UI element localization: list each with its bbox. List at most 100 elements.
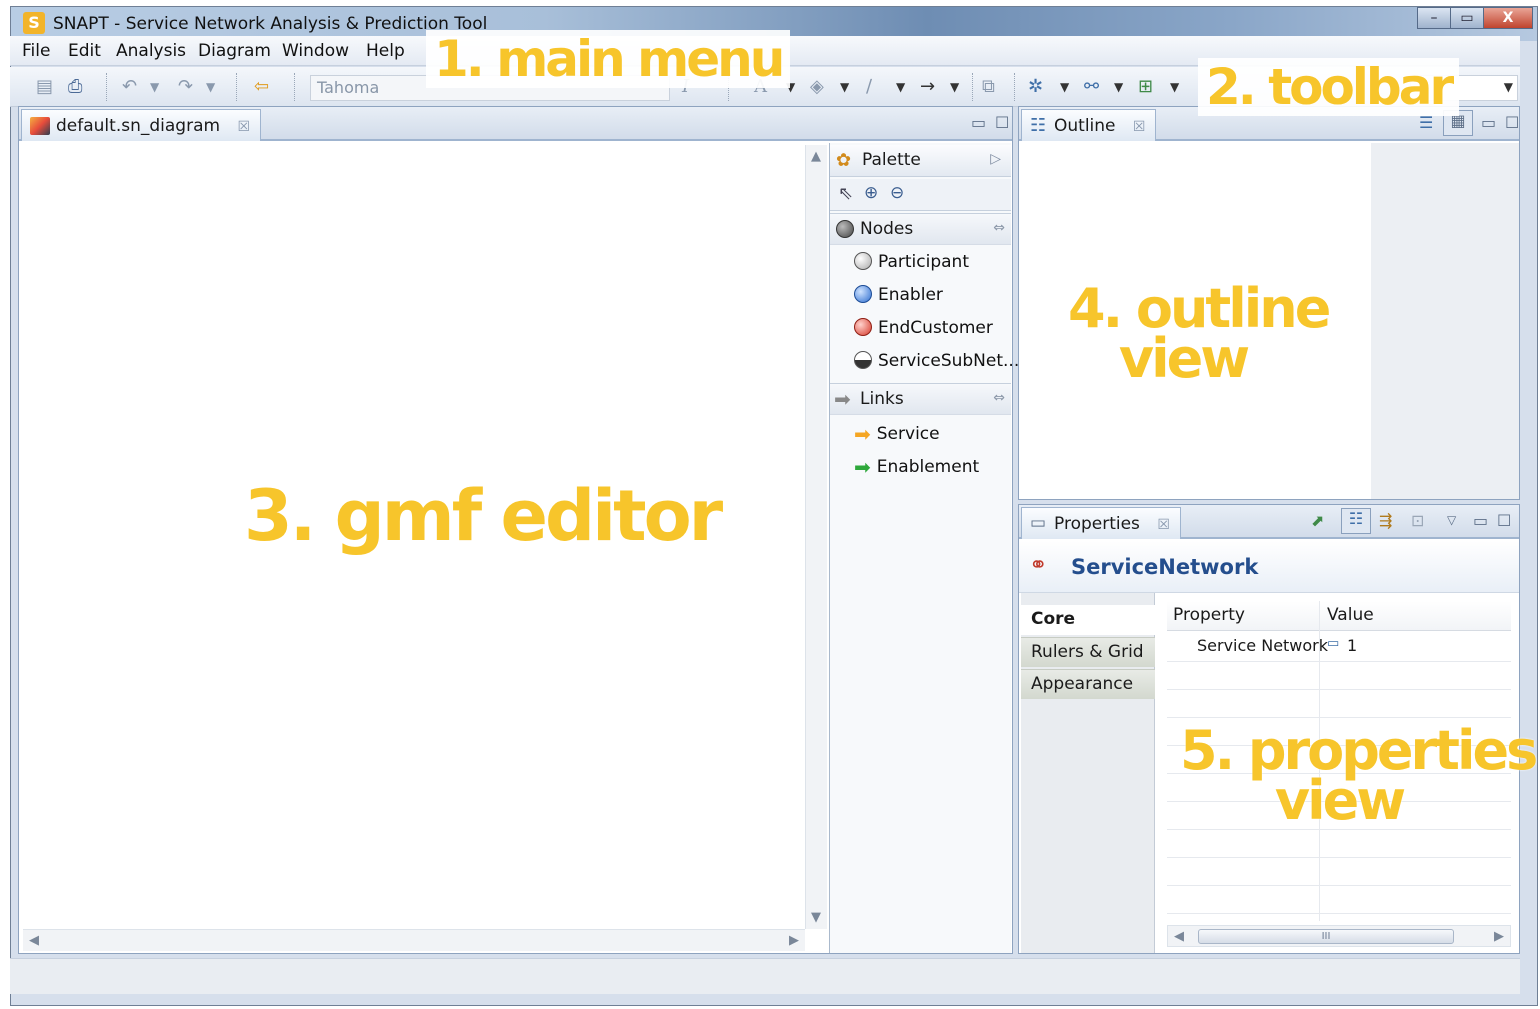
tab-properties[interactable]: ▭ Properties ☒ <box>1021 507 1181 539</box>
servicesubnet-icon <box>854 351 872 369</box>
toolbar-separator <box>1014 73 1015 101</box>
tab-appearance[interactable]: Appearance <box>1021 669 1155 699</box>
palette-item-enabler[interactable]: Enabler <box>854 285 943 305</box>
navigate-back-icon[interactable]: ⇦ <box>254 76 269 97</box>
zoom-in-icon[interactable]: ⊕ <box>864 183 878 203</box>
palette-header[interactable]: ✿ Palette ▷ <box>830 145 1011 177</box>
properties-horizontal-scrollbar[interactable]: ◀ III ▶ <box>1167 925 1511 947</box>
scroll-left-icon[interactable]: ◀ <box>29 933 39 948</box>
chevron-down-icon[interactable]: ▼ <box>840 80 849 94</box>
row-divider <box>1167 661 1511 662</box>
palette: ✿ Palette ▷ ⇖ ⊕ ⊖ Nodes ⇔ Participant En… <box>829 143 1019 953</box>
palette-item-participant[interactable]: Participant <box>854 252 969 272</box>
menu-analysis[interactable]: Analysis <box>116 41 186 61</box>
arrange-icon[interactable]: ⚯ <box>1084 76 1099 97</box>
close-button[interactable]: X <box>1483 7 1533 29</box>
scroll-right-icon[interactable]: ▶ <box>789 933 799 948</box>
toolbar-separator <box>294 73 295 101</box>
drawer-links[interactable]: ➡ Links ⇔ <box>830 383 1011 415</box>
annotation-toolbar: 2. toolbar <box>1198 58 1460 116</box>
chevron-down-icon[interactable]: ▼ <box>206 80 215 94</box>
view-menu-icon[interactable]: ▽ <box>1447 513 1456 527</box>
align-icon[interactable]: ⊞ <box>1138 76 1153 97</box>
property-name: Service Network <box>1197 636 1329 655</box>
maximize-icon[interactable]: ☐ <box>995 113 1009 132</box>
select-tool-icon[interactable]: ⇖ <box>838 183 853 204</box>
undo-icon[interactable]: ↶ <box>122 76 137 97</box>
copy-appearance-icon[interactable]: ⧉ <box>982 76 995 97</box>
tab-rulers-grid[interactable]: Rulers & Grid <box>1021 637 1155 667</box>
palette-item-servicesubnet[interactable]: ServiceSubNet... <box>854 351 1019 371</box>
palette-item-service[interactable]: ➡ Service <box>854 422 940 446</box>
collapse-palette-icon[interactable]: ▷ <box>990 151 1001 167</box>
redo-icon[interactable]: ↷ <box>178 76 193 97</box>
scroll-right-icon[interactable]: ▶ <box>1494 929 1504 944</box>
minimize-icon[interactable]: ▭ <box>1481 113 1496 132</box>
scroll-thumb[interactable]: III <box>1198 929 1454 944</box>
chevron-down-icon[interactable]: ▼ <box>896 80 905 94</box>
column-value[interactable]: Value <box>1327 605 1374 625</box>
tab-default-sn-diagram[interactable]: default.sn_diagram ☒ <box>21 109 262 141</box>
minimize-icon[interactable]: ▭ <box>1473 511 1488 530</box>
menu-edit[interactable]: Edit <box>68 41 101 61</box>
toolbar-separator <box>972 73 973 101</box>
drawer-nodes[interactable]: Nodes ⇔ <box>830 213 1011 245</box>
scroll-up-icon[interactable]: ▲ <box>811 149 821 164</box>
line-color-icon[interactable]: ∕ <box>866 76 872 97</box>
pin-icon[interactable]: ⇔ <box>993 220 1005 236</box>
maximize-icon[interactable]: ☐ <box>1505 113 1519 132</box>
scroll-left-icon[interactable]: ◀ <box>1174 929 1184 944</box>
restore-default-icon[interactable]: ⊡ <box>1411 511 1424 530</box>
zoom-out-icon[interactable]: ⊖ <box>890 183 904 203</box>
close-icon[interactable]: ☒ <box>1133 119 1146 135</box>
menu-help[interactable]: Help <box>366 41 405 61</box>
value-icon: ▭ <box>1327 636 1340 651</box>
show-categories-icon[interactable]: ☷ <box>1341 508 1371 534</box>
column-property[interactable]: Property <box>1173 605 1245 625</box>
tab-outline[interactable]: ☷ Outline ☒ <box>1021 109 1157 141</box>
toolbar-separator <box>106 73 107 101</box>
properties-icon: ▭ <box>1030 513 1047 533</box>
palette-item-enablement[interactable]: ➡ Enablement <box>854 455 979 479</box>
window-controls: – ▭ X <box>1417 7 1533 29</box>
palette-item-endcustomer[interactable]: EndCustomer <box>854 318 993 338</box>
maximize-icon[interactable]: ☐ <box>1497 511 1511 530</box>
menu-diagram[interactable]: Diagram <box>198 41 271 61</box>
line-style-icon[interactable]: → <box>920 76 935 97</box>
print-icon[interactable]: ⎙ <box>68 76 82 97</box>
chevron-down-icon[interactable]: ▼ <box>950 80 959 94</box>
chevron-down-icon[interactable]: ▼ <box>1114 80 1123 94</box>
show-advanced-icon[interactable]: ⇶ <box>1379 511 1392 530</box>
chevron-down-icon[interactable]: ▼ <box>1504 80 1513 94</box>
enabler-icon <box>854 285 872 303</box>
maximize-button[interactable]: ▭ <box>1450 7 1484 29</box>
select-all-icon[interactable]: ✲ <box>1028 76 1043 97</box>
menu-file[interactable]: File <box>22 41 50 61</box>
chevron-down-icon[interactable]: ▼ <box>1170 80 1179 94</box>
row-divider <box>1167 857 1511 858</box>
property-value[interactable]: 1 <box>1347 636 1357 655</box>
palette-tools: ⇖ ⊕ ⊖ <box>830 179 1011 211</box>
fill-color-icon[interactable]: ◈ <box>810 76 824 97</box>
horizontal-scrollbar[interactable]: ◀ ▶ <box>23 929 805 951</box>
pin-icon[interactable]: ⇔ <box>993 390 1005 406</box>
properties-title-bar: ⚭ ServiceNetwork <box>1019 541 1519 593</box>
menu-window[interactable]: Window <box>282 41 349 61</box>
close-icon[interactable]: ☒ <box>1157 517 1170 533</box>
tab-core[interactable]: Core <box>1021 605 1155 635</box>
participant-icon <box>854 252 872 270</box>
annotation-properties-view: 5. properties view <box>1180 724 1538 828</box>
minimize-button[interactable]: – <box>1417 7 1451 29</box>
chevron-down-icon[interactable]: ▼ <box>150 80 159 94</box>
window-title: SNAPT - Service Network Analysis & Predi… <box>53 14 488 34</box>
pin-view-icon[interactable]: ⬈ <box>1311 511 1324 530</box>
endcustomer-icon <box>854 318 872 336</box>
save-icon[interactable]: ▤ <box>36 76 53 97</box>
minimize-icon[interactable]: ▭ <box>971 113 986 132</box>
chevron-down-icon[interactable]: ▼ <box>1060 80 1069 94</box>
service-link-icon: ➡ <box>854 422 871 446</box>
vertical-scrollbar[interactable]: ▲ ▼ <box>805 145 827 929</box>
table-row[interactable]: Service Network ▭ 1 <box>1167 633 1511 661</box>
scroll-down-icon[interactable]: ▼ <box>811 910 821 925</box>
close-icon[interactable]: ☒ <box>237 119 250 135</box>
